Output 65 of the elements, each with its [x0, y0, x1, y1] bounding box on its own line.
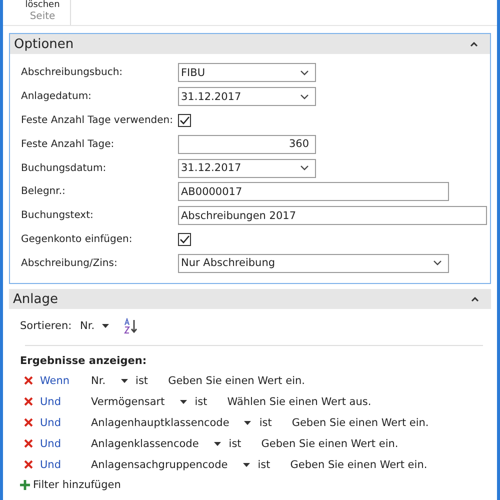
caret-icon[interactable] [242, 462, 250, 467]
text-field[interactable]: Abschreibungen 2017 [178, 206, 487, 226]
caret-icon[interactable] [102, 324, 109, 328]
conjunction-link[interactable]: Und [40, 396, 91, 408]
collapse-icon[interactable] [471, 296, 479, 302]
filter-value[interactable]: Geben Sie einen Wert ein. [292, 416, 429, 429]
caret-icon[interactable] [120, 378, 128, 383]
field-label: Abschreibung/Zins: [21, 258, 118, 269]
filter-field[interactable]: Vermögensart [91, 396, 165, 408]
number-field[interactable]: 360 [178, 134, 316, 154]
filter-operator: ist [136, 374, 148, 387]
chevron-down-icon[interactable] [433, 260, 442, 266]
section-header[interactable]: Anlage [9, 289, 491, 310]
remove-icon[interactable] [24, 460, 33, 470]
filter-value[interactable]: Geben Sie einen Wert ein. [290, 458, 428, 471]
remove-icon[interactable] [24, 376, 33, 386]
checkbox[interactable] [178, 232, 191, 246]
section-header[interactable]: Optionen [10, 34, 490, 54]
caret-icon[interactable] [180, 400, 187, 404]
dropdown-field[interactable]: 31.12.2017 [178, 158, 316, 178]
filter-value[interactable]: Geben Sie einen Wert ein. [261, 438, 398, 450]
remove-icon[interactable] [24, 418, 33, 428]
chevron-down-icon[interactable] [300, 94, 309, 100]
text-field[interactable]: AB0000017 [178, 182, 449, 202]
field-label: Feste Anzahl Tage verwenden: [21, 114, 174, 126]
field-label: Abschreibungsbuch: [21, 67, 124, 78]
conjunction-link[interactable]: Und [40, 438, 91, 450]
filter-field[interactable]: Anlagenklassencode [91, 438, 199, 450]
sort-label: Sortieren: [20, 320, 73, 332]
add-filter-link[interactable]: Filter hinzufügen [33, 479, 121, 492]
sort-dropdown[interactable]: Nr. [80, 320, 95, 332]
caret-icon[interactable] [244, 420, 252, 425]
dropdown-field[interactable]: FIBU [178, 63, 316, 82]
remove-icon[interactable] [24, 439, 33, 448]
caret-icon[interactable] [214, 442, 221, 446]
field-label: Feste Anzahl Tage: [21, 138, 116, 150]
conjunction-link[interactable]: Und [40, 458, 91, 471]
conjunction-link[interactable]: Wenn [40, 374, 91, 387]
conjunction-link[interactable]: Und [40, 416, 91, 429]
filter-field[interactable]: Anlagensachgruppencode [91, 458, 228, 471]
filter-value[interactable]: Wählen Sie einen Wert aus. [227, 396, 372, 408]
field-label: Buchungsdatum: [21, 162, 108, 174]
collapse-icon[interactable] [470, 42, 478, 46]
field-label: Gegenkonto einfügen: [21, 234, 134, 245]
filter-operator: ist [194, 396, 208, 408]
filter-operator: ist [259, 416, 272, 429]
checkbox[interactable] [178, 114, 191, 127]
results-heading: Ergebnisse anzeigen: [20, 354, 148, 370]
filter-operator: ist [228, 438, 242, 450]
field-label: Belegnr.: [21, 186, 66, 198]
remove-icon[interactable] [24, 397, 33, 406]
dropdown-field[interactable]: 31.12.2017 [178, 87, 316, 106]
filter-field[interactable]: Nr. [91, 374, 106, 387]
delete-label[interactable]: löschen [25, 0, 60, 10]
add-icon[interactable] [20, 480, 30, 490]
sort-order-icon[interactable] [124, 318, 138, 334]
field-label: Buchungstext: [21, 210, 94, 222]
filter-operator: ist [258, 458, 270, 471]
filter-value[interactable]: Geben Sie einen Wert ein. [168, 374, 306, 387]
filter-field[interactable]: Anlagenhauptklassencode [91, 416, 230, 429]
dropdown-field[interactable]: Nur Abschreibung [178, 254, 449, 273]
chevron-down-icon[interactable] [300, 165, 309, 172]
ribbon-group-label: Seite [30, 11, 56, 22]
chevron-down-icon[interactable] [300, 70, 309, 76]
field-label: Anlagedatum: [21, 91, 92, 102]
